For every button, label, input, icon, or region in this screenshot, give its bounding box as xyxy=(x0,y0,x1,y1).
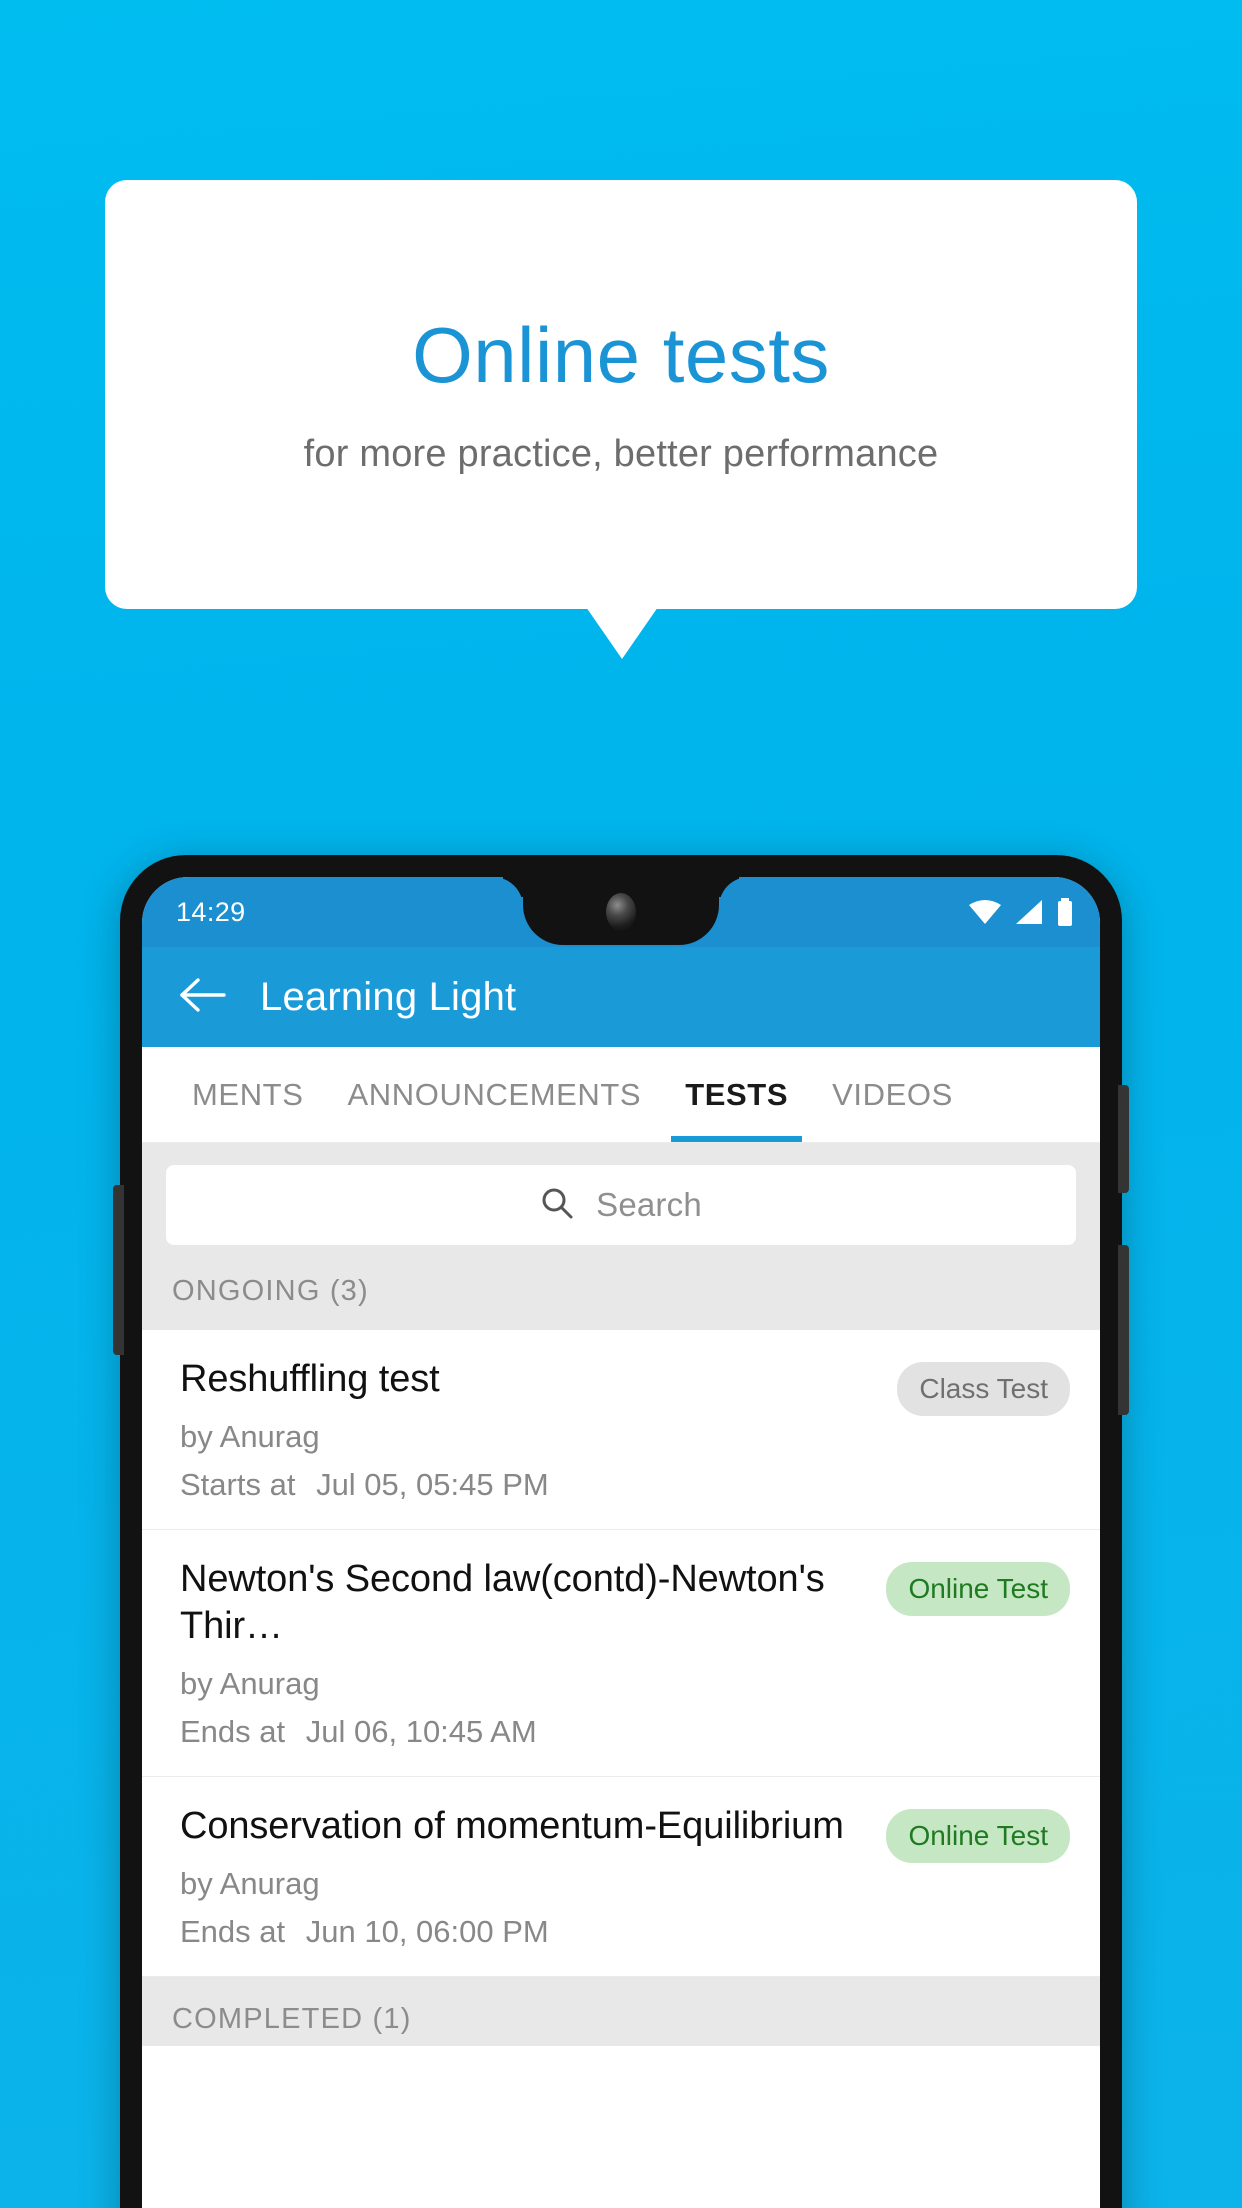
test-title: Reshuffling test xyxy=(180,1358,440,1400)
test-schedule-label: Ends at xyxy=(180,1914,286,1950)
test-schedule-value: Jul 06, 10:45 AM xyxy=(305,1714,537,1750)
promo-bubble-tail xyxy=(586,607,658,659)
test-author: by Anurag xyxy=(180,1419,320,1455)
section-header-ongoing: ONGOING (3) xyxy=(142,1271,1100,1330)
test-info: Newton's Second law(contd)-Newton's Thir… xyxy=(180,1556,868,1750)
status-badge: Online Test xyxy=(886,1809,1070,1864)
search-icon xyxy=(540,1186,574,1225)
phone-screen: 14:29 Learning Light MENTS ANNOUNCEMENTS… xyxy=(142,877,1100,2208)
test-schedule-value: Jun 10, 06:00 PM xyxy=(305,1914,549,1950)
test-info: Conservation of momentum-Equilibrium by … xyxy=(180,1803,868,1950)
status-badge: Class Test xyxy=(897,1362,1070,1416)
app-title: Learning Light xyxy=(260,974,517,1019)
phone-side-button-left[interactable] xyxy=(113,1185,124,1355)
search-input[interactable]: Search xyxy=(166,1165,1076,1245)
tab-tests[interactable]: TESTS xyxy=(663,1047,810,1142)
test-title: Newton's Second law(contd)-Newton's Thir… xyxy=(180,1558,825,1648)
tab-videos[interactable]: VIDEOS xyxy=(810,1047,975,1142)
test-schedule-label: Ends at xyxy=(180,1714,286,1750)
signal-icon xyxy=(1014,899,1044,925)
battery-icon xyxy=(1056,898,1074,926)
search-zone: Search xyxy=(142,1143,1100,1271)
status-badge: Online Test xyxy=(886,1562,1070,1617)
front-camera-icon xyxy=(606,893,636,931)
back-button[interactable] xyxy=(172,966,234,1028)
phone-side-button-right-lower[interactable] xyxy=(1118,1245,1129,1415)
phone-side-button-right-upper[interactable] xyxy=(1118,1085,1129,1193)
search-placeholder: Search xyxy=(596,1186,702,1223)
test-schedule-value: Jul 05, 05:45 PM xyxy=(316,1467,549,1503)
back-arrow-icon xyxy=(178,976,228,1019)
test-info: Reshuffling test by Anurag Starts at Jul… xyxy=(180,1356,879,1503)
promo-subtitle: for more practice, better performance xyxy=(303,433,939,476)
wifi-icon xyxy=(968,899,1002,925)
table-row[interactable]: Newton's Second law(contd)-Newton's Thir… xyxy=(142,1530,1100,1778)
test-schedule: Ends at Jun 10, 06:00 PM xyxy=(180,1914,868,1950)
test-author: by Anurag xyxy=(180,1866,320,1902)
section-header-completed: COMPLETED (1) xyxy=(142,1977,1100,2047)
test-list: Reshuffling test by Anurag Starts at Jul… xyxy=(142,1330,1100,1978)
status-bar-icons xyxy=(968,898,1074,926)
table-row[interactable]: Reshuffling test by Anurag Starts at Jul… xyxy=(142,1330,1100,1531)
promo-title: Online tests xyxy=(412,310,830,399)
test-schedule: Ends at Jul 06, 10:45 AM xyxy=(180,1714,868,1750)
test-schedule-label: Starts at xyxy=(180,1467,296,1503)
test-title: Conservation of momentum-Equilibrium xyxy=(180,1805,844,1848)
status-bar-clock: 14:29 xyxy=(176,896,246,927)
promo-card: Online tests for more practice, better p… xyxy=(105,180,1137,609)
table-row[interactable]: Conservation of momentum-Equilibrium by … xyxy=(142,1777,1100,1978)
phone-device: 14:29 Learning Light MENTS ANNOUNCEMENTS… xyxy=(113,855,1129,2208)
test-author: by Anurag xyxy=(180,1666,320,1702)
tab-assignments[interactable]: MENTS xyxy=(170,1047,326,1142)
test-schedule: Starts at Jul 05, 05:45 PM xyxy=(180,1467,879,1503)
app-bar: Learning Light xyxy=(142,947,1100,1047)
tab-bar: MENTS ANNOUNCEMENTS TESTS VIDEOS xyxy=(142,1047,1100,1143)
tab-announcements[interactable]: ANNOUNCEMENTS xyxy=(326,1047,664,1142)
